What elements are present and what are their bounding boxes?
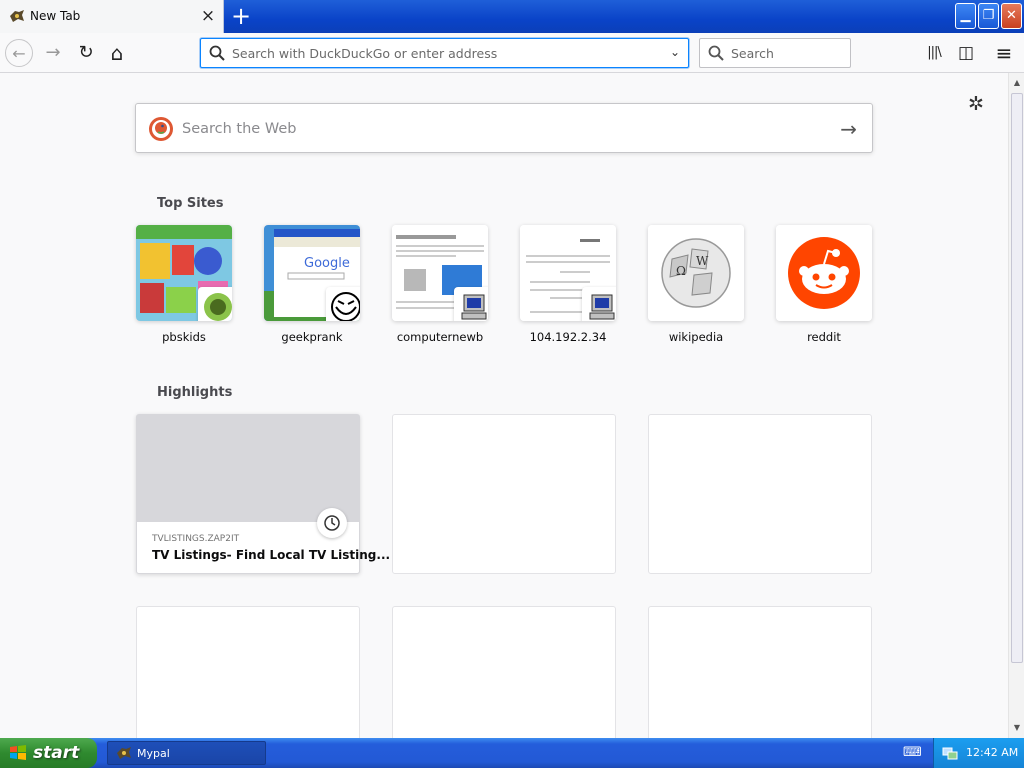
wikipedia-globe-icon: Ω W bbox=[648, 225, 744, 321]
svg-text:Google: Google bbox=[304, 256, 350, 271]
restore-button[interactable]: ❐ bbox=[978, 3, 999, 29]
taskbar-item-label: Mypal bbox=[137, 747, 170, 760]
pbs-kids-badge-icon bbox=[198, 287, 232, 321]
mypal-favicon-icon bbox=[10, 10, 24, 22]
computer-icon bbox=[582, 287, 616, 321]
duckduckgo-icon bbox=[149, 117, 173, 141]
taskbar-item-mypal[interactable]: Mypal bbox=[107, 741, 266, 765]
home-button[interactable]: ⌂ bbox=[103, 39, 131, 67]
minimize-button[interactable]: ▁ bbox=[955, 3, 976, 29]
network-icon[interactable] bbox=[942, 745, 958, 761]
start-button[interactable]: start bbox=[0, 738, 97, 768]
top-site-label: 104.192.2.34 bbox=[529, 330, 607, 344]
start-label: start bbox=[33, 743, 80, 763]
computer-thumbnail bbox=[392, 225, 488, 321]
highlight-thumbnail bbox=[137, 415, 359, 522]
arrow-right-icon[interactable]: → bbox=[840, 117, 857, 141]
geekprank-thumbnail: Google bbox=[264, 225, 360, 321]
close-window-button[interactable]: ✕ bbox=[1001, 3, 1022, 29]
gear-icon[interactable]: ✲ bbox=[965, 93, 987, 115]
scroll-down-icon[interactable]: ▼ bbox=[1010, 721, 1024, 735]
back-button[interactable]: ← bbox=[5, 39, 33, 67]
trollface-icon bbox=[326, 287, 360, 321]
scroll-up-icon[interactable]: ▲ bbox=[1010, 76, 1024, 90]
nav-toolbar: ← → ↻ ⌂ ⌄ |||\ ◫ ≡ bbox=[0, 33, 1024, 73]
forward-button[interactable]: → bbox=[39, 39, 67, 67]
svg-text:Ω: Ω bbox=[676, 264, 686, 278]
mypal-favicon-icon bbox=[117, 747, 131, 759]
system-tray: 12:42 AM bbox=[933, 738, 1024, 768]
scrollbar-thumb[interactable] bbox=[1011, 93, 1023, 663]
highlight-title: TV Listings- Find Local TV Listing... bbox=[152, 548, 391, 562]
title-bar: New Tab × + ▁ ❐ ✕ bbox=[0, 0, 1024, 33]
highlight-source: TVLISTINGS.ZAP2IT bbox=[152, 534, 240, 544]
top-sites-heading: Top Sites bbox=[157, 196, 224, 211]
url-input[interactable] bbox=[232, 44, 652, 62]
highlight-card[interactable]: TVLISTINGS.ZAP2IT TV Listings- Find Loca… bbox=[136, 414, 390, 574]
tab-close-icon[interactable]: × bbox=[199, 7, 217, 25]
svg-text:W: W bbox=[696, 254, 709, 268]
top-site-label: wikipedia bbox=[668, 330, 724, 344]
highlight-placeholder bbox=[392, 414, 616, 574]
tab-title: New Tab bbox=[30, 9, 81, 23]
new-tab-button[interactable]: + bbox=[228, 4, 254, 30]
highlights-heading: Highlights bbox=[157, 385, 233, 400]
windows-flag-icon bbox=[10, 745, 26, 760]
vertical-scrollbar[interactable]: ▲ ▼ bbox=[1008, 73, 1024, 738]
reddit-icon bbox=[776, 225, 872, 321]
sidebar-button[interactable]: ◫ bbox=[952, 39, 980, 67]
highlight-placeholder bbox=[648, 414, 872, 574]
clock-icon bbox=[317, 508, 347, 538]
pbs-kids-thumbnail bbox=[136, 225, 232, 321]
search-icon bbox=[708, 45, 724, 61]
chevron-down-icon[interactable]: ⌄ bbox=[670, 45, 680, 59]
keyboard-icon[interactable]: ⌨ bbox=[903, 745, 922, 760]
computer-icon bbox=[454, 287, 488, 321]
search-input[interactable] bbox=[731, 44, 841, 62]
computer-thumbnail bbox=[520, 225, 616, 321]
top-site-label: geekprank bbox=[281, 330, 343, 344]
top-site-label: pbskids bbox=[162, 330, 206, 344]
library-button[interactable]: |||\ bbox=[920, 39, 948, 67]
search-icon bbox=[209, 45, 225, 61]
taskbar: start Mypal ⌨ 12:42 AM bbox=[0, 738, 1024, 768]
top-site-label: computernewb bbox=[396, 330, 484, 344]
menu-button[interactable]: ≡ bbox=[990, 39, 1018, 67]
web-search-box[interactable]: → bbox=[135, 103, 873, 153]
top-site-label: reddit bbox=[807, 330, 841, 344]
reload-button[interactable]: ↻ bbox=[72, 39, 100, 67]
web-search-input[interactable] bbox=[182, 118, 822, 140]
search-bar[interactable] bbox=[699, 38, 851, 68]
clock-time: 12:42 AM bbox=[966, 746, 1019, 759]
tab-new-tab[interactable]: New Tab × bbox=[0, 0, 224, 33]
url-bar[interactable]: ⌄ bbox=[200, 38, 689, 68]
